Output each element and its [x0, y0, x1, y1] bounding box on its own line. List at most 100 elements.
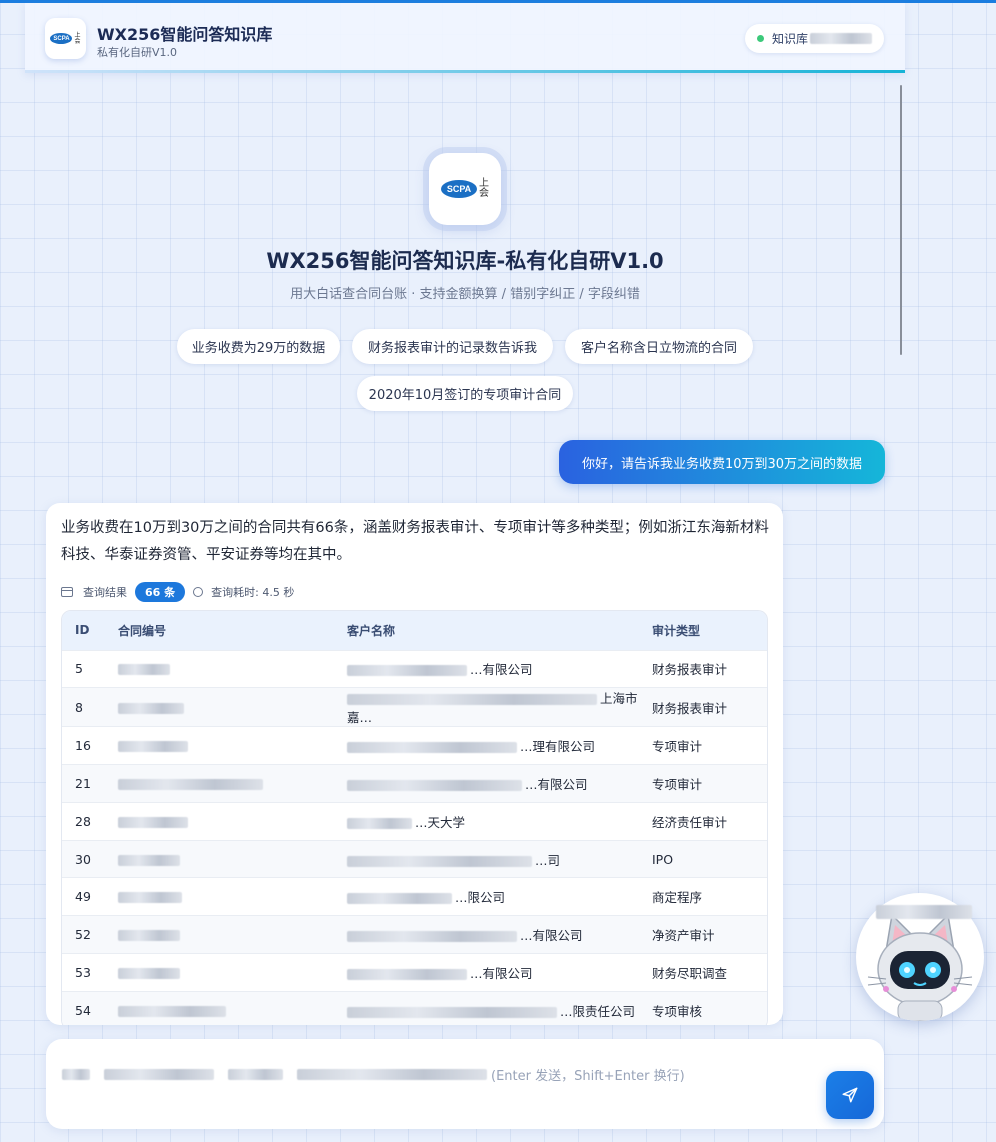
scpa-logo-icon: SCPA 上 会	[50, 32, 81, 45]
contract-redacted	[118, 664, 170, 676]
cell-audit-type: 商定程序	[639, 877, 767, 916]
contract-redacted	[118, 854, 180, 866]
cell-client: …限公司	[334, 877, 639, 916]
knowledge-base-selector[interactable]: 知识库	[745, 24, 884, 53]
cell-id: 49	[62, 877, 105, 916]
cell-audit-type: 专项审计	[639, 726, 767, 765]
cell-id: 16	[62, 726, 105, 765]
hero-subtitle: 用大白话查合同台账 · 支持金额换算 / 错别字纠正 / 字段纠错	[290, 287, 640, 302]
cell-id: 53	[62, 953, 105, 992]
client-redacted	[347, 694, 597, 706]
cell-contract	[105, 953, 334, 992]
placeholder-redacted	[228, 1069, 283, 1080]
table-row: 53 …有限公司 财务尽职调查	[62, 953, 767, 992]
app-header: SCPA 上 会 WX256智能问答知识库 私有化自研V1.0 知识库	[25, 3, 905, 73]
cell-contract	[105, 764, 334, 803]
client-visible-text: …限责任公司	[560, 1004, 636, 1020]
cell-client: …理有限公司	[334, 726, 639, 765]
table-row: 30 …司 IPO	[62, 839, 767, 878]
table-icon	[61, 587, 73, 597]
table-row: 5 …有限公司 财务报表审计	[62, 649, 767, 688]
cell-client: 上海市嘉…	[334, 687, 639, 727]
placeholder-redacted	[104, 1069, 214, 1080]
placeholder-redacted	[62, 1069, 90, 1080]
app-subtitle: 私有化自研V1.0	[97, 46, 178, 59]
user-message-text: 你好，请告诉我业务收费10万到30万之间的数据	[581, 456, 863, 472]
results-table: ID 合同编号 客户名称 审计类型 5 …有限公司 财务报表审计 8 上海市嘉… 财务报表…	[61, 610, 768, 1025]
col-header-client: 客户名称	[347, 623, 396, 638]
table-row: 21 …有限公司 专项审计	[62, 764, 767, 803]
scrollbar-thumb[interactable]	[900, 85, 902, 355]
logo-cn-bottom: 会	[479, 188, 489, 199]
client-redacted	[347, 742, 517, 754]
header-logo: SCPA 上 会	[45, 18, 86, 59]
cell-contract	[105, 726, 334, 765]
query-time: 查询耗时: 4.5 秒	[211, 586, 295, 599]
cell-client: …有限公司	[334, 953, 639, 992]
kb-label: 知识库	[772, 32, 809, 46]
client-redacted	[347, 893, 452, 905]
client-redacted	[347, 931, 517, 943]
contract-redacted	[118, 930, 180, 942]
cell-contract	[105, 990, 334, 1025]
cell-id: 30	[62, 839, 105, 878]
chat-input-box[interactable]: (Enter 发送，Shift+Enter 换行)	[46, 1039, 884, 1129]
send-button[interactable]	[826, 1071, 874, 1119]
user-message-bubble: 你好，请告诉我业务收费10万到30万之间的数据	[559, 440, 885, 484]
client-visible-text: …有限公司	[525, 776, 588, 792]
client-redacted	[347, 855, 532, 867]
table-row: 28 …天大学 经济责任审计	[62, 801, 767, 841]
cell-contract	[105, 839, 334, 878]
cell-id: 21	[62, 764, 105, 803]
query-meta-row: 查询结果 66 条 查询耗时: 4.5 秒	[61, 581, 294, 603]
client-visible-text: …司	[535, 852, 561, 868]
client-redacted	[347, 665, 467, 677]
table-row: 54 …限责任公司 专项审核	[62, 990, 767, 1025]
client-visible-text: …天大学	[415, 814, 466, 830]
cell-client: …天大学	[334, 801, 639, 841]
contract-redacted	[118, 892, 182, 904]
send-icon	[842, 1087, 858, 1103]
contract-redacted	[118, 702, 184, 714]
logo-mark-text: SCPA	[50, 33, 73, 44]
hero-logo: SCPA 上 会	[429, 153, 501, 225]
cell-client: …限责任公司	[334, 990, 639, 1025]
cell-client: …有限公司	[334, 764, 639, 803]
suggestion-chip[interactable]: 2020年10月签订的专项审计合同	[357, 376, 573, 411]
logo-cn-bottom: 会	[74, 37, 81, 45]
cell-client: …有限公司	[334, 915, 639, 954]
table-row: 52 …有限公司 净资产审计	[62, 915, 767, 954]
cell-id: 8	[62, 687, 105, 727]
client-visible-text: …理有限公司	[520, 739, 596, 755]
logo-mark-text: SCPA	[441, 180, 477, 198]
kb-name-redacted	[810, 33, 873, 44]
mascot-label-redacted	[876, 905, 972, 919]
contract-redacted	[118, 967, 180, 979]
cell-contract	[105, 877, 334, 916]
col-header-id: ID	[75, 623, 90, 638]
table-row: 8 上海市嘉… 财务报表审计	[62, 687, 767, 727]
cell-audit-type: IPO	[639, 839, 767, 878]
hero-title: WX256智能问答知识库-私有化自研V1.0	[266, 249, 664, 273]
placeholder-hint: (Enter 发送，Shift+Enter 换行)	[491, 1069, 685, 1084]
header-underline	[25, 70, 905, 73]
suggestion-chip[interactable]: 业务收费为29万的数据	[177, 329, 340, 364]
contract-redacted	[118, 741, 188, 753]
suggestion-chip[interactable]: 财务报表审计的记录数告诉我	[352, 329, 553, 364]
cell-id: 52	[62, 915, 105, 954]
result-label: 查询结果	[83, 586, 127, 599]
table-header-row: ID 合同编号 客户名称 审计类型	[62, 611, 767, 650]
clock-icon	[193, 587, 204, 597]
client-redacted	[347, 968, 467, 980]
client-redacted	[347, 779, 522, 791]
cell-client: …有限公司	[334, 649, 639, 688]
cell-audit-type: 财务报表审计	[639, 687, 767, 727]
client-visible-text: …限公司	[455, 890, 506, 906]
cell-audit-type: 经济责任审计	[639, 801, 767, 841]
answer-text: 业务收费在10万到30万之间的合同共有66条，涵盖财务报表审计、专项审计等多种类…	[61, 520, 769, 563]
result-count-badge: 66 条	[135, 582, 186, 602]
client-redacted	[347, 1007, 557, 1019]
cell-contract	[105, 649, 334, 688]
suggestion-chip[interactable]: 客户名称含日立物流的合同	[565, 329, 753, 364]
cell-contract	[105, 915, 334, 954]
